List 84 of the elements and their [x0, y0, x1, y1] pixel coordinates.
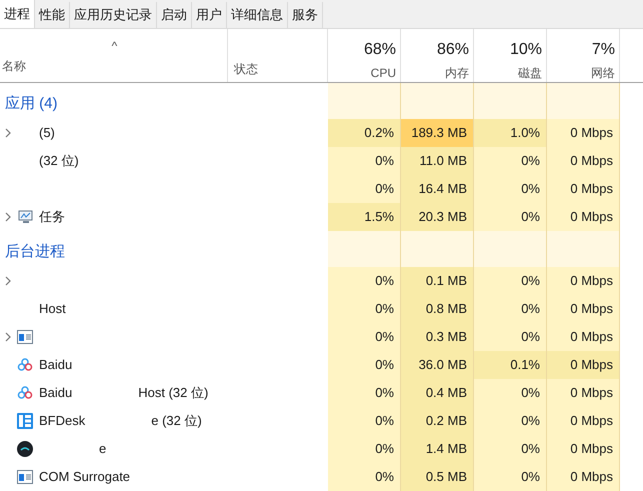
usage-percent: 86%	[436, 40, 469, 60]
usage-cell: 0.8 MB	[401, 295, 474, 323]
monitor-icon	[17, 209, 33, 225]
process-name: e	[99, 440, 106, 458]
usage-cell: 189.3 MB	[401, 119, 474, 147]
usage-cell: 0.2%	[328, 119, 401, 147]
usage-cell: 0 Mbps	[547, 323, 620, 351]
usage-cell: 11.0 MB	[401, 147, 474, 175]
expand-chevron-icon[interactable]	[5, 128, 11, 138]
process-name: Baidu	[39, 356, 72, 374]
usage-cell: 0.1%	[474, 351, 547, 379]
process-name: BFDesk	[39, 412, 86, 430]
usage-cell: 0%	[474, 323, 547, 351]
usage-cell: 0%	[474, 463, 547, 491]
usage-cell: 0.3 MB	[401, 323, 474, 351]
usage-cell: 0.5 MB	[401, 463, 474, 491]
usage-cell: 0%	[474, 379, 547, 407]
usage-cell: 0%	[474, 267, 547, 295]
name-column-header[interactable]: 名称	[2, 57, 227, 75]
usage-cell: 0 Mbps	[547, 267, 620, 295]
group-header: 应用 (4)	[5, 94, 58, 114]
usage-cell: 0%	[474, 295, 547, 323]
status-column-header[interactable]: 状态	[234, 60, 258, 78]
usage-cell: 0%	[328, 175, 401, 203]
usage-cell: 0 Mbps	[547, 435, 620, 463]
usage-cell: 0 Mbps	[547, 379, 620, 407]
usage-cell: 0%	[328, 147, 401, 175]
expand-chevron-icon[interactable]	[5, 332, 11, 342]
process-name: Host	[39, 300, 66, 318]
cloud-icon	[17, 357, 33, 373]
grid-icon	[17, 413, 33, 429]
process-name: e (32 位)	[151, 412, 202, 430]
usage-percent: 68%	[364, 40, 396, 60]
column-header[interactable]: 磁盘	[518, 64, 542, 82]
usage-cell: 0 Mbps	[547, 119, 620, 147]
usage-percent: 7%	[592, 40, 615, 60]
group-header: 后台进程	[5, 242, 65, 262]
usage-cell: 0 Mbps	[547, 203, 620, 231]
usage-cell: 0 Mbps	[547, 295, 620, 323]
usage-cell: 0%	[328, 351, 401, 379]
usage-cell: 0%	[474, 147, 547, 175]
process-name: 任务	[39, 208, 65, 226]
usage-cell: 0 Mbps	[547, 147, 620, 175]
usage-cell: 0%	[328, 323, 401, 351]
usage-cell: 20.3 MB	[401, 203, 474, 231]
usage-cell: 1.4 MB	[401, 435, 474, 463]
usage-cell: 0%	[474, 175, 547, 203]
window-icon	[17, 330, 33, 344]
usage-cell: 0%	[474, 203, 547, 231]
usage-cell: 16.4 MB	[401, 175, 474, 203]
usage-cell: 1.5%	[328, 203, 401, 231]
expand-chevron-icon[interactable]	[5, 276, 11, 286]
usage-cell: 0%	[328, 435, 401, 463]
usage-cell: 0.2 MB	[401, 407, 474, 435]
usage-percent: 10%	[510, 40, 542, 60]
column-header[interactable]: 网络	[591, 64, 615, 82]
process-name: (32 位)	[39, 152, 79, 170]
usage-cell: 0%	[474, 435, 547, 463]
window-icon	[17, 470, 33, 484]
usage-cell: 0 Mbps	[547, 175, 620, 203]
process-name: COM Surrogate	[39, 468, 130, 486]
process-name: (5)	[39, 124, 55, 142]
cloud-icon	[17, 385, 33, 401]
usage-cell: 0%	[328, 267, 401, 295]
usage-cell: 0 Mbps	[547, 463, 620, 491]
usage-cell: 0.1 MB	[401, 267, 474, 295]
expand-chevron-icon[interactable]	[5, 212, 11, 222]
usage-cell: 0 Mbps	[547, 351, 620, 379]
sort-caret[interactable]: ^	[112, 37, 118, 55]
tab[interactable]: 进程	[0, 0, 35, 28]
usage-cell: 1.0%	[474, 119, 547, 147]
process-name: Baidu	[39, 384, 72, 402]
process-name: Host (32 位)	[138, 384, 208, 402]
usage-cell: 0%	[328, 407, 401, 435]
column-header[interactable]: CPU	[370, 64, 396, 82]
usage-cell: 0%	[328, 463, 401, 491]
usage-cell: 0 Mbps	[547, 407, 620, 435]
usage-cell: 0%	[328, 295, 401, 323]
usage-cell: 0%	[474, 407, 547, 435]
usage-cell: 36.0 MB	[401, 351, 474, 379]
usage-cell: 0.4 MB	[401, 379, 474, 407]
app-icon	[17, 441, 33, 457]
usage-cell: 0%	[328, 379, 401, 407]
column-header[interactable]: 内存	[445, 64, 469, 82]
